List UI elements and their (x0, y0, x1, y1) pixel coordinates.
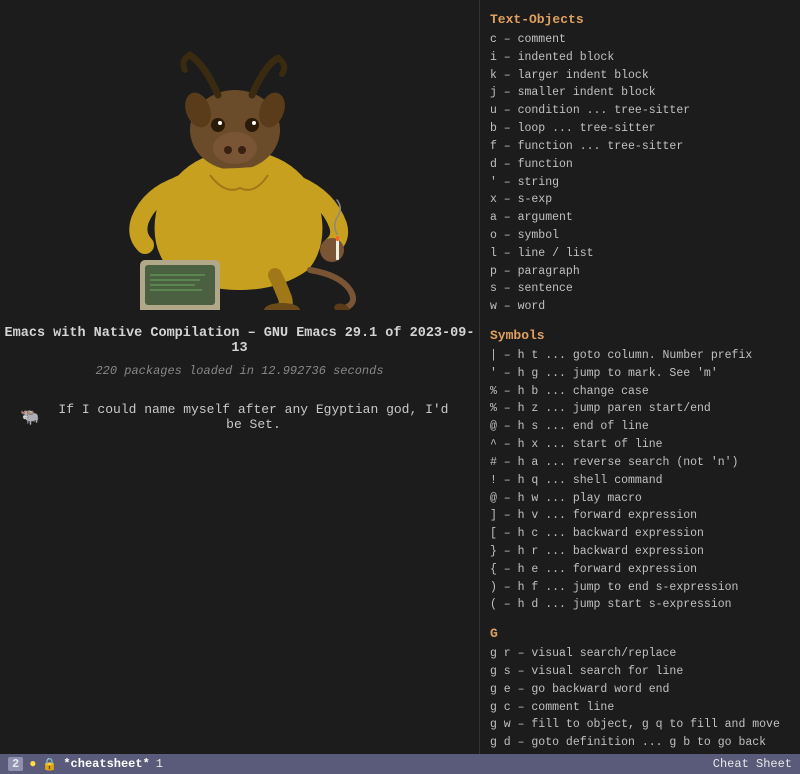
status-lock-icon: 🔒 (42, 757, 57, 772)
status-filename: *cheatsheet* (63, 757, 149, 771)
list-item: k – larger indent block (490, 67, 792, 85)
list-item: | – h t ... goto column. Number prefix (490, 347, 792, 365)
list-item: @ – h s ... end of line (490, 418, 792, 436)
list-item: [ – h c ... backward expression (490, 525, 792, 543)
status-dot: ● (29, 757, 36, 771)
status-right-label: Cheat Sheet (713, 757, 792, 771)
list-item: l – line / list (490, 245, 792, 263)
list-item: g c – comment line (490, 699, 792, 717)
gnu-mascot (80, 20, 400, 310)
list-item: w – word (490, 298, 792, 316)
list-item: % – h b ... change case (490, 383, 792, 401)
section-g-title: G (490, 626, 792, 641)
list-item: { – h e ... forward expression (490, 561, 792, 579)
emacs-icon: 🐃 (20, 407, 40, 427)
list-item: # – h a ... reverse search (not 'n') (490, 454, 792, 472)
list-item: d – function (490, 156, 792, 174)
list-item: } – h r ... backward expression (490, 543, 792, 561)
text-objects-list: c – commenti – indented blockk – larger … (490, 31, 792, 316)
status-left: 2 ● 🔒 *cheatsheet* 1 (8, 757, 705, 772)
section-text-objects-title: Text-Objects (490, 12, 792, 27)
list-item: a – argument (490, 209, 792, 227)
list-item: i – indented block (490, 49, 792, 67)
list-item: g e – go backward word end (490, 681, 792, 699)
list-item: ( – h d ... jump start s-expression (490, 596, 792, 614)
list-item: g r – visual search/replace (490, 645, 792, 663)
list-item: g w – fill to object, g q to fill and mo… (490, 716, 792, 734)
status-bar: 2 ● 🔒 *cheatsheet* 1 Cheat Sheet (0, 754, 800, 774)
left-panel: Emacs with Native Compilation – GNU Emac… (0, 0, 480, 774)
quote-text: If I could name myself after any Egyptia… (48, 402, 459, 432)
list-item: f – function ... tree-sitter (490, 138, 792, 156)
list-item: p – paragraph (490, 263, 792, 281)
list-item: ' – h g ... jump to mark. See 'm' (490, 365, 792, 383)
list-item: % – h z ... jump paren start/end (490, 400, 792, 418)
status-tab-num: 1 (156, 757, 163, 771)
list-item: ! – h q ... shell command (490, 472, 792, 490)
list-item: ] – h v ... forward expression (490, 507, 792, 525)
list-item: c – comment (490, 31, 792, 49)
list-item: s – sentence (490, 280, 792, 298)
symbols-list: | – h t ... goto column. Number prefix' … (490, 347, 792, 614)
list-item: g s – visual search for line (490, 663, 792, 681)
list-item: ' – string (490, 174, 792, 192)
section-symbols-title: Symbols (490, 328, 792, 343)
list-item: o – symbol (490, 227, 792, 245)
list-item: u – condition ... tree-sitter (490, 102, 792, 120)
list-item: ^ – h x ... start of line (490, 436, 792, 454)
list-item: g d – goto definition ... g b to go back (490, 734, 792, 752)
list-item: @ – h w ... play macro (490, 490, 792, 508)
g-list: g r – visual search/replaceg s – visual … (490, 645, 792, 754)
quote-line: 🐃 If I could name myself after any Egypt… (0, 402, 479, 432)
list-item: ) – h f ... jump to end s-expression (490, 579, 792, 597)
status-number: 2 (8, 757, 23, 771)
packages-loaded: 220 packages loaded in 12.992736 seconds (95, 364, 383, 378)
right-panel[interactable]: Text-Objects c – commenti – indented blo… (480, 0, 800, 754)
list-item: j – smaller indent block (490, 84, 792, 102)
list-item: x – s-exp (490, 191, 792, 209)
emacs-title: Emacs with Native Compilation – GNU Emac… (0, 326, 479, 356)
list-item: b – loop ... tree-sitter (490, 120, 792, 138)
